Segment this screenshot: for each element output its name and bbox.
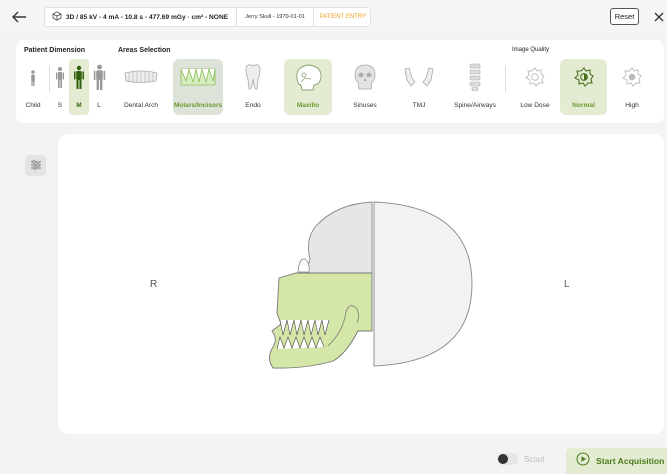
start-acquisition-button[interactable]: Start Acquisition	[566, 448, 667, 474]
divider	[505, 66, 506, 92]
area-option-endo[interactable]: Endo	[236, 59, 270, 115]
normal-gear-icon	[573, 59, 595, 95]
patient-entry-link[interactable]: PATIENT ENTRY	[314, 14, 372, 20]
small-figure-icon	[55, 59, 65, 95]
scout-label: Scout	[524, 454, 545, 464]
skull-region-map	[269, 201, 473, 369]
area-option-label: Molars/Incisors	[173, 102, 223, 109]
area-option-spine-airways[interactable]: Spine/Airways	[450, 59, 500, 115]
area-option-label: Endo	[245, 102, 261, 109]
skull-icon	[293, 59, 323, 95]
scan-info-chip: 3D / 85 kV - 4 mA - 10.8 s - 477.69 mGy …	[44, 7, 371, 27]
acquisition-settings-panel: Patient Dimension Child S M L Areas Sele…	[16, 40, 664, 123]
sliders-icon	[30, 157, 42, 175]
quality-option-low-dose[interactable]: Low Dose	[512, 59, 558, 115]
play-circle-icon	[576, 452, 590, 471]
image-quality-title: Image Quality	[512, 47, 550, 53]
area-option-label: Spine/Airways	[454, 102, 496, 109]
patient-dimension-title: Patient Dimension	[24, 47, 86, 54]
size-option-label: L	[97, 102, 101, 109]
high-gear-icon	[621, 59, 643, 95]
quality-option-normal[interactable]: Normal	[560, 59, 607, 115]
region-viewer: R L	[58, 134, 664, 434]
scout-toggle[interactable]: Scout	[497, 453, 544, 465]
tooth-icon	[243, 59, 263, 95]
top-bar: 3D / 85 kV - 4 mA - 10.8 s - 477.69 mGy …	[0, 0, 667, 34]
quality-option-label: Low Dose	[520, 102, 550, 109]
filter-settings-button[interactable]	[25, 155, 46, 176]
region-cranium-front	[305, 201, 373, 274]
area-option-dental-arch[interactable]: Dental Arch	[117, 59, 165, 115]
dental-arch-icon	[123, 59, 159, 95]
skull-front-icon	[352, 59, 378, 95]
scout-switch[interactable]	[497, 453, 518, 465]
area-option-label: Sinuses	[353, 102, 377, 109]
area-option-label: Dental Arch	[123, 102, 159, 109]
divider	[49, 66, 50, 92]
reset-button[interactable]: Reset	[610, 8, 639, 25]
size-option-child[interactable]: Child	[25, 59, 41, 115]
close-icon[interactable]	[652, 9, 666, 25]
child-figure-icon	[28, 59, 38, 95]
area-option-label: TMJ	[412, 102, 426, 109]
area-option-maxillo[interactable]: Maxillo	[284, 59, 332, 115]
medium-figure-icon	[73, 59, 85, 95]
size-option-s[interactable]: S	[52, 59, 68, 115]
scan-parameters: 3D / 85 kV - 4 mA - 10.8 s - 477.69 mGy …	[45, 8, 238, 26]
quality-option-label: Normal	[572, 102, 595, 109]
region-posterior	[373, 201, 473, 367]
patient-name: Jerry Skull - 1970-01-01	[237, 8, 314, 26]
start-acquisition-label: Start Acquisition	[596, 456, 665, 466]
size-option-label: M	[76, 102, 82, 109]
size-option-label: Child	[25, 102, 41, 109]
cube-icon	[52, 11, 62, 23]
quality-option-label: High	[625, 102, 639, 109]
area-option-label: Maxillo	[296, 102, 320, 109]
size-option-label: S	[57, 102, 63, 109]
large-figure-icon	[93, 59, 106, 95]
areas-selection-title: Areas Selection	[118, 47, 171, 54]
area-option-sinuses[interactable]: Sinuses	[344, 59, 386, 115]
area-option-molars-incisors[interactable]: Molars/Incisors	[173, 59, 223, 115]
switch-knob	[498, 454, 508, 464]
back-arrow-icon[interactable]	[10, 8, 28, 26]
area-option-tmj[interactable]: TMJ	[400, 59, 438, 115]
size-option-l[interactable]: L	[91, 59, 107, 115]
orbit-cutout	[297, 258, 310, 273]
spine-icon	[467, 59, 483, 95]
size-option-m[interactable]: M	[69, 59, 89, 115]
jaw-joint-icon	[403, 59, 435, 95]
quality-option-high[interactable]: High	[614, 59, 650, 115]
low-dose-gear-icon	[524, 59, 546, 95]
scan-parameters-text: 3D / 85 kV - 4 mA - 10.8 s - 477.69 mGy …	[66, 13, 229, 21]
molars-incisors-icon	[179, 59, 217, 95]
